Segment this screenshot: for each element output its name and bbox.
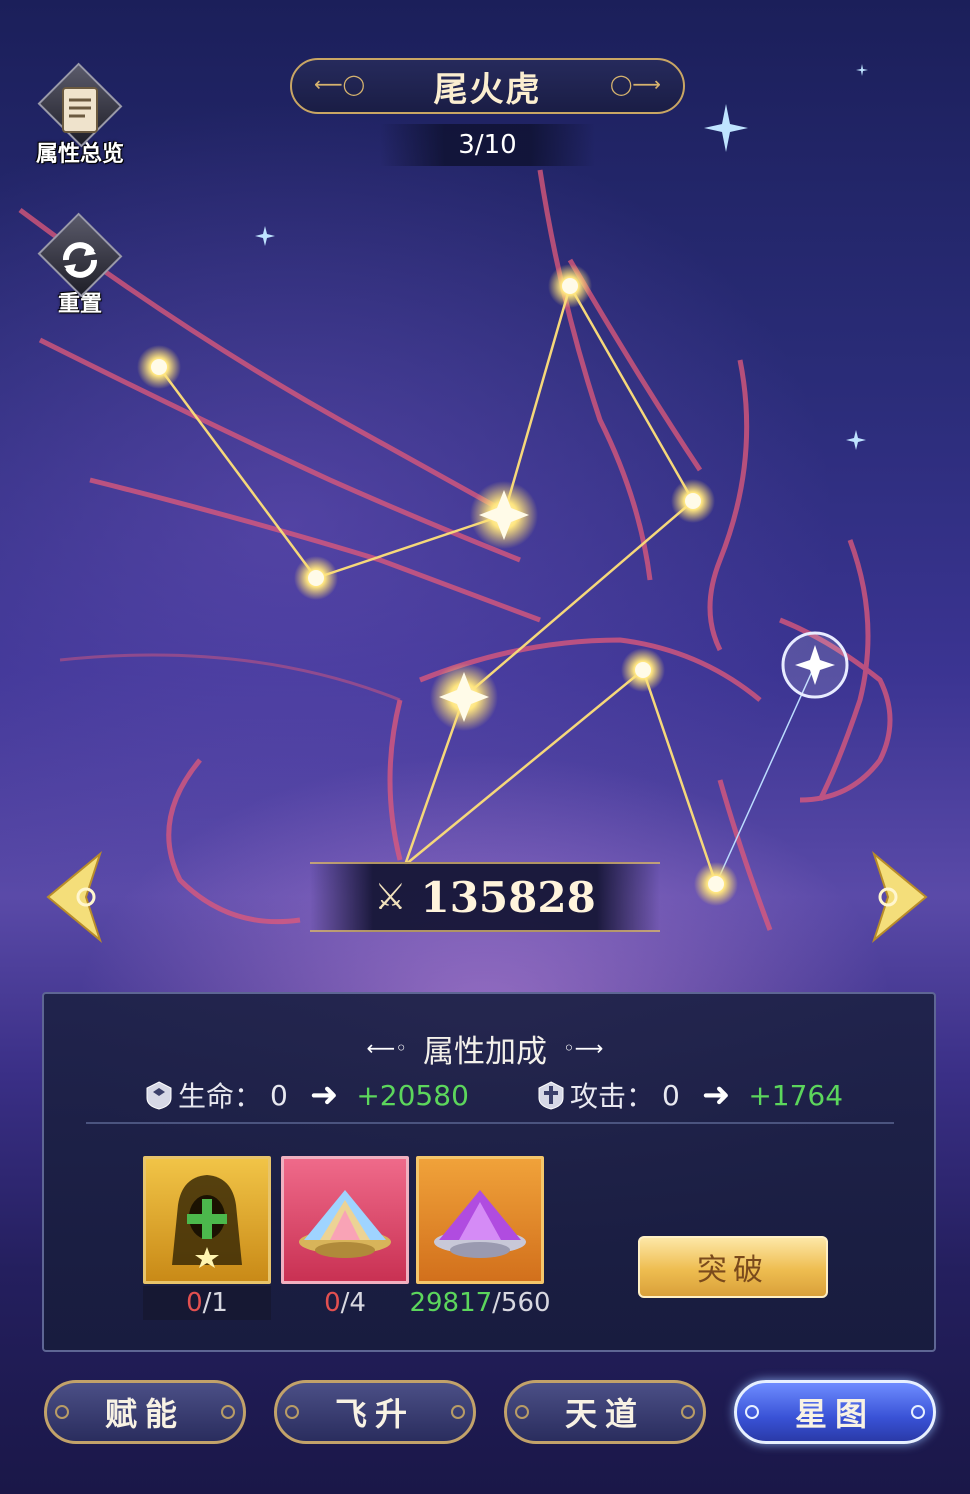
required-count: /1 [202, 1288, 228, 1318]
constellation-name: 尾火虎 [433, 69, 542, 110]
ornament-dot-icon [681, 1405, 695, 1419]
document-icon [56, 84, 104, 136]
star-progress: 3/10 [380, 124, 595, 166]
divider [86, 1122, 894, 1124]
stat-current: 0 [270, 1078, 288, 1112]
hooded-hero-icon [146, 1159, 268, 1281]
ornament-dot-icon [285, 1405, 299, 1419]
chevron-right-icon [871, 851, 928, 943]
material-count-hero: 0/1 [143, 1286, 271, 1320]
refresh-icon [56, 234, 104, 286]
sky-stars [255, 64, 868, 450]
ornament-dot-icon [515, 1405, 529, 1419]
arrow-right-icon: ➜ [701, 1075, 731, 1115]
combat-power-plate: ⚔ 135828 [310, 862, 660, 932]
stat-bonus: +1764 [748, 1078, 844, 1112]
material-slot-purple[interactable] [416, 1156, 544, 1284]
tiger-silhouette [18, 169, 893, 931]
material-slot-hero[interactable] [143, 1156, 271, 1284]
breakthrough-button[interactable]: 突破 [638, 1236, 828, 1298]
required-count: /560 [492, 1288, 551, 1318]
stat-bonus: +20580 [356, 1078, 469, 1112]
hp-shield-icon [144, 1079, 174, 1111]
stat-current: 0 [662, 1078, 680, 1112]
ornament-dot-icon [745, 1405, 759, 1419]
reset-button[interactable]: 重置 [30, 212, 130, 318]
tab-label: 飞升 [334, 1395, 415, 1433]
combat-power-value: 135828 [420, 872, 596, 922]
ornament-dot-icon [55, 1405, 69, 1419]
previous-arrow-button[interactable] [38, 850, 108, 945]
tab-empower[interactable]: 赋能 [44, 1380, 246, 1444]
constellation-lines [157, 285, 718, 885]
stat-hp: 生命： 0 ➜ +20580 [144, 1074, 469, 1116]
attack-shield-icon [536, 1079, 566, 1111]
panel-title: ⟵◦ 属性加成 ◦⟶ [360, 1026, 610, 1070]
material-count-rainbow: 0/4 [281, 1286, 409, 1320]
arrow-right-icon: ➜ [309, 1075, 339, 1115]
purple-crystal-icon [419, 1159, 541, 1281]
material-slot-rainbow[interactable] [281, 1156, 409, 1284]
ornament-left-icon: ⟵◦ [366, 1036, 407, 1060]
tab-label: 天道 [564, 1395, 645, 1433]
constellation-stars [137, 264, 738, 906]
tab-label: 赋能 [104, 1395, 185, 1433]
tab-star-map[interactable]: 星图 [734, 1380, 936, 1444]
ornament-left-icon: ⟵◯ [314, 72, 366, 96]
required-count: /4 [340, 1288, 366, 1318]
moon-node [781, 631, 849, 699]
chevron-left-icon [46, 851, 103, 943]
owned-count: 0 [324, 1288, 341, 1318]
tab-heaven-path[interactable]: 天道 [504, 1380, 706, 1444]
title-banner: ⟵◯ 尾火虎 ◯⟶ [290, 58, 685, 114]
ornament-right-icon: ◦⟶ [563, 1036, 604, 1060]
material-count-purple: 29817/560 [406, 1286, 554, 1320]
ornament-dot-icon [451, 1405, 465, 1419]
ornament-dot-icon [911, 1405, 925, 1419]
owned-count: 29817 [409, 1288, 493, 1318]
next-arrow-button[interactable] [866, 850, 936, 945]
ornament-right-icon: ◯⟶ [609, 72, 661, 96]
panel-title-text: 属性加成 [423, 1033, 547, 1070]
stat-name: 生命： [178, 1080, 263, 1113]
stat-attack: 攻击： 0 ➜ +1764 [536, 1074, 843, 1116]
rainbow-crystal-icon [284, 1159, 406, 1281]
tab-ascend[interactable]: 飞升 [274, 1380, 476, 1444]
attribute-overview-button[interactable]: 属性总览 [30, 62, 130, 168]
crossed-swords-icon: ⚔ [374, 876, 407, 918]
tab-label: 星图 [794, 1395, 875, 1433]
link-line [715, 664, 816, 885]
ornament-dot-icon [221, 1405, 235, 1419]
stat-name: 攻击： [570, 1080, 655, 1113]
owned-count: 0 [186, 1288, 203, 1318]
